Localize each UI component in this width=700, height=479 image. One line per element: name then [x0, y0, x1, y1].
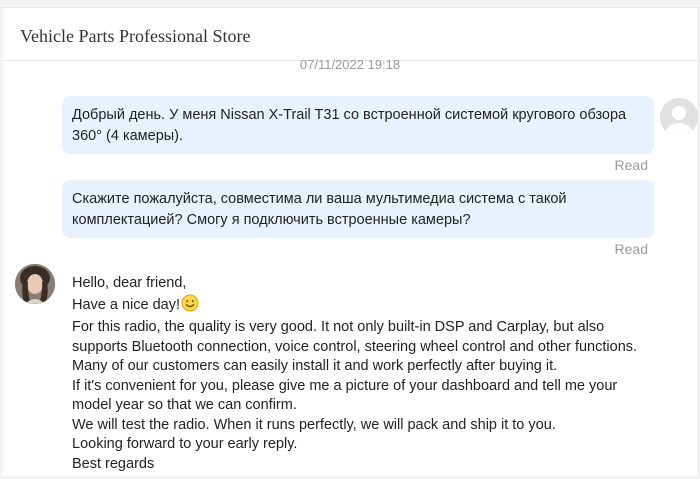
message-line-text: Have a nice day!: [72, 296, 181, 313]
message-line: комплектацией? Смогу я подключить встрое…: [72, 212, 471, 228]
left-edge: [0, 8, 3, 479]
seller-message: Hello, dear friend, Have a nice day! For…: [72, 274, 672, 474]
message-line: Hello, dear friend,: [72, 275, 187, 291]
message-timestamp: 07/11/2022 19:18: [299, 57, 401, 72]
message-line: Скажите пожалуйста, совместима ли ваша м…: [72, 191, 567, 207]
user-avatar-icon: [660, 98, 698, 136]
message-line: For this radio, the quality is very good…: [72, 319, 605, 335]
read-status: Read: [614, 241, 648, 257]
message-line: Добрый день. У меня Nissan X-Trail T31 с…: [72, 107, 627, 123]
message-line: model year so that we can confirm.: [72, 397, 297, 413]
message-line: Looking forward to your early reply.: [72, 436, 298, 452]
chat-header: Vehicle Parts Professional Store: [3, 8, 697, 61]
read-status: Read: [614, 157, 648, 173]
smiling-face-icon: [181, 294, 199, 319]
user-message-bubble: Добрый день. У меня Nissan X-Trail T31 с…: [62, 96, 654, 154]
user-message-bubble: Скажите пожалуйста, совместима ли ваша м…: [62, 180, 654, 238]
message-line: Have a nice day!: [72, 294, 672, 319]
message-line: 360° (4 камеры).: [72, 128, 184, 144]
message-line: Many of our customers can easily install…: [72, 358, 558, 374]
store-title[interactable]: Vehicle Parts Professional Store: [20, 26, 250, 47]
seller-avatar[interactable]: [15, 264, 55, 304]
message-line: Best regards: [72, 455, 155, 472]
top-strip: [0, 0, 700, 8]
message-line: supports Bluetooth connection, voice con…: [72, 338, 638, 355]
message-line: If it's convenient for you, please give …: [72, 377, 618, 394]
message-line: We will test the radio. When it runs per…: [72, 416, 556, 433]
